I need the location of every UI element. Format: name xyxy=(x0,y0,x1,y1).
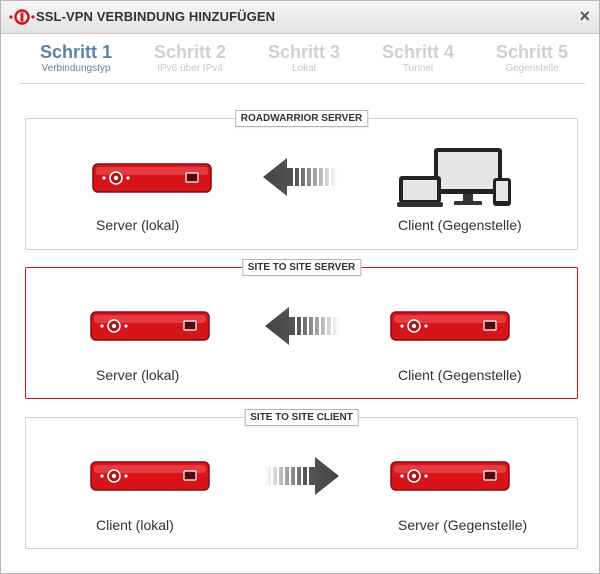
firewall-appliance-icon xyxy=(90,311,210,341)
firewall-appliance-icon xyxy=(390,311,510,341)
option-site-to-site-client[interactable]: SITE TO SITE CLIENT Client (lokal) Serve… xyxy=(25,409,578,549)
step-2-title: Schritt 2 xyxy=(153,42,227,62)
left-device-label: Server (lokal) xyxy=(96,367,180,383)
step-2[interactable]: Schritt 2 IPv6 über IPv4 xyxy=(133,41,247,75)
step-4-title: Schritt 4 xyxy=(381,42,455,62)
close-icon[interactable]: × xyxy=(579,6,590,26)
left-device-label: Server (lokal) xyxy=(96,217,180,233)
client-devices-icon xyxy=(397,148,511,207)
dialog-window: SSL-VPN VERBINDUNG HINZUFÜGEN × Schritt … xyxy=(0,0,600,574)
option-title: ROADWARRIOR SERVER xyxy=(234,110,369,127)
step-3-title: Schritt 3 xyxy=(267,42,341,62)
step-5-title: Schritt 5 xyxy=(495,42,569,62)
step-5-subtitle: Gegenstelle xyxy=(505,63,559,74)
securepoint-logo-icon xyxy=(9,9,35,25)
step-1-title: Schritt 1 xyxy=(39,42,113,62)
arrow-left-icon xyxy=(263,158,337,196)
step-4[interactable]: Schritt 4 Tunnel xyxy=(361,41,475,75)
title-bar: SSL-VPN VERBINDUNG HINZUFÜGEN × xyxy=(1,1,599,34)
arrow-right-icon xyxy=(265,457,339,495)
step-3[interactable]: Schritt 3 Lokal xyxy=(247,41,361,75)
step-5[interactable]: Schritt 5 Gegenstelle xyxy=(475,41,589,75)
firewall-appliance-icon xyxy=(90,461,210,491)
option-title: SITE TO SITE CLIENT xyxy=(244,409,359,426)
step-4-subtitle: Tunnel xyxy=(402,63,434,74)
option-roadwarrior-server[interactable]: ROADWARRIOR SERVER Server (lokal) Client… xyxy=(25,110,578,250)
step-1-subtitle: Verbindungstyp xyxy=(41,63,111,74)
left-device-label: Client (lokal) xyxy=(96,517,174,533)
wizard-steps: Schritt 1 Verbindungstyp Schritt 2 IPv6 … xyxy=(19,41,585,84)
window-title: SSL-VPN VERBINDUNG HINZUFÜGEN xyxy=(36,9,276,24)
option-site-to-site-server[interactable]: SITE TO SITE SERVER Server (lokal) Clien… xyxy=(25,259,578,399)
right-device-label: Client (Gegenstelle) xyxy=(398,217,522,233)
right-device-label: Client (Gegenstelle) xyxy=(398,367,522,383)
firewall-appliance-icon xyxy=(92,163,212,193)
option-title: SITE TO SITE SERVER xyxy=(241,259,362,276)
firewall-appliance-icon xyxy=(390,461,510,491)
arrow-left-icon xyxy=(265,307,339,345)
step-3-subtitle: Lokal xyxy=(292,63,316,74)
right-device-label: Server (Gegenstelle) xyxy=(398,517,528,533)
step-2-subtitle: IPv6 über IPv4 xyxy=(157,63,223,74)
step-1[interactable]: Schritt 1 Verbindungstyp xyxy=(19,41,133,75)
